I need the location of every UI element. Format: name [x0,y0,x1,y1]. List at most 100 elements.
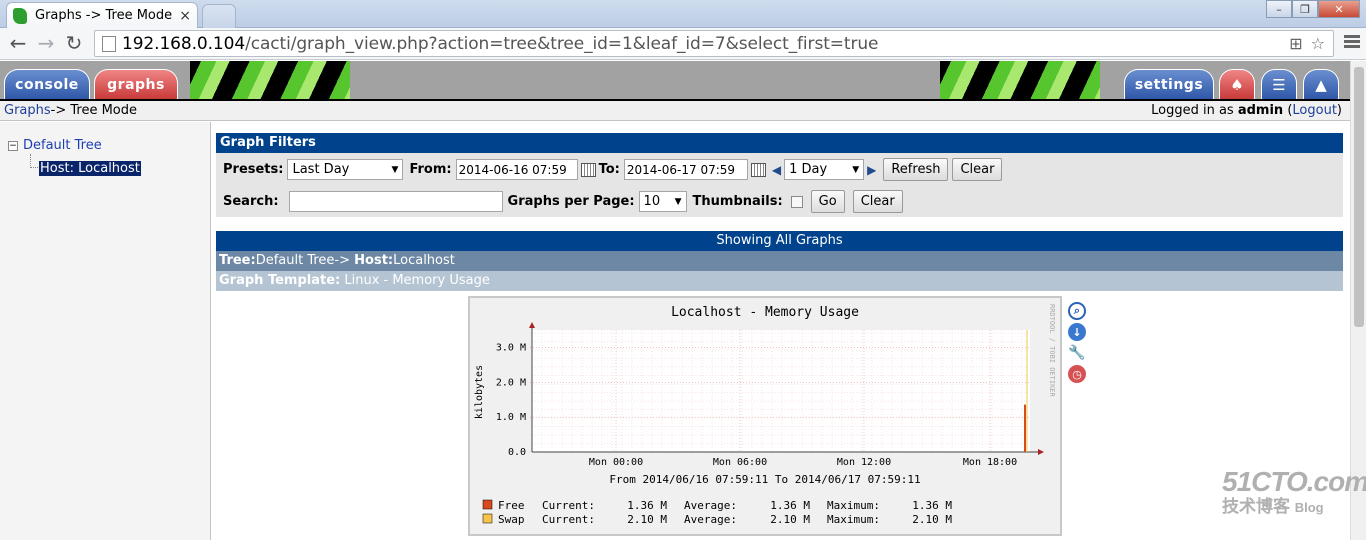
zoom-icon[interactable]: ⌕ [1068,302,1086,320]
y-tick-label: 1.0 M [496,412,526,423]
legend-name: Free [498,499,525,512]
legend-stat: 2.10 M [627,513,667,526]
clear-search-button[interactable]: Clear [852,190,903,213]
clear-button[interactable]: Clear [952,158,1003,181]
legend-stat: Maximum: [827,513,880,526]
shift-left-arrow-icon[interactable]: ◀ [772,163,781,177]
tree-leaf-localhost[interactable]: Host: Localhost [39,161,141,176]
to-label: To: [598,162,620,177]
search-input[interactable] [288,191,503,212]
legend-stat: 1.36 M [770,499,810,512]
tree-view-icon[interactable]: ♠ [1219,69,1255,99]
new-tab-button[interactable] [202,4,236,28]
x-tick-label: Mon 00:00 [589,457,643,468]
translate-icon[interactable]: ⊞ [1289,34,1302,53]
tab-graphs[interactable]: graphs [94,69,178,99]
tab-settings[interactable]: settings [1124,69,1214,99]
shift-right-arrow-icon[interactable]: ▶ [867,163,876,177]
graph-actions: ⌕ ↓ 🔧 ◷ [1068,302,1086,386]
browser-tab-active[interactable]: Graphs -> Tree Mode × [6,2,198,28]
breadcrumb-graphs-link[interactable]: Graphs [4,103,51,118]
tab-close-icon[interactable]: × [179,8,191,24]
back-arrow-icon[interactable]: ← [6,32,30,54]
to-calendar-icon[interactable] [750,162,766,177]
x-axis-arrow [1038,449,1044,455]
from-date-input[interactable]: 2014-06-16 07:59 [455,159,578,180]
tree-root-label[interactable]: Default Tree [23,138,102,153]
template-prefix: Graph Template: [219,273,341,288]
reload-icon[interactable]: ↻ [62,32,86,54]
x-tick-label: Mon 18:00 [963,457,1017,468]
tree-root-item[interactable]: − Default Tree [8,138,102,153]
browser-toolbar: ← → ↻ 192.168.0.104/cacti/graph_view.php… [0,28,1366,60]
collapse-toggle-icon[interactable]: − [8,140,18,151]
preview-view-icon[interactable]: ▲ [1303,69,1339,99]
legend-swatch [482,513,493,524]
plot-area [532,330,1030,452]
presets-value: Last Day [292,162,350,177]
logout-link[interactable]: Logout [1292,103,1337,118]
graph-filters-panel: Presets: Last Day ▼ From: 2014-06-16 07:5… [216,153,1343,217]
url-host: 192.168.0.104 [122,33,246,54]
memory-usage-graph[interactable]: Localhost - Memory Usage kilobytes 0.0 1.0 … [468,296,1062,536]
graph-title: Localhost - Memory Usage [671,305,859,320]
properties-icon[interactable]: 🔧 [1068,344,1086,362]
y-axis-label: kilobytes [474,365,485,419]
graphs-per-page-label: Graphs per Page: [507,194,635,209]
legend-stat: Average: [684,513,737,526]
login-user: admin [1237,103,1284,118]
presets-select[interactable]: Last Day ▼ [287,159,404,180]
series-free-area [1024,404,1026,452]
showing-all-graphs-header: Showing All Graphs [216,231,1343,251]
breadcrumb: Graphs -> Tree Mode Logged in as admin (… [0,99,1350,121]
dropdown-arrow-icon: ▼ [852,164,860,175]
graph-svg: Localhost - Memory Usage kilobytes 0.0 1.0 … [474,304,1056,526]
go-button[interactable]: Go [810,190,845,213]
minimize-button[interactable]: – [1266,0,1292,18]
login-prefix: Logged in as [1151,103,1238,118]
legend-stat: Current: [542,499,595,512]
maximize-button[interactable]: ❐ [1292,0,1318,18]
legend-stat: Average: [684,499,737,512]
search-label: Search: [223,194,279,209]
browser-menu-icon[interactable] [1344,35,1360,50]
header-stripe-decoration-right [940,61,1100,99]
address-bar[interactable]: 192.168.0.104/cacti/graph_view.php?actio… [94,30,1334,57]
y-axis-arrow [529,322,535,328]
tree-panel: − Default Tree Host: Localhost [0,122,211,540]
x-tick-label: Mon 12:00 [837,457,891,468]
timespan-select[interactable]: 1 Day ▼ [784,159,865,180]
from-calendar-icon[interactable] [580,162,596,177]
rrdtool-watermark: RRDTOOL / TOBI OETIKER [1048,304,1056,398]
tab-console[interactable]: console [4,69,90,99]
close-window-button[interactable]: ✕ [1318,0,1360,18]
thumbnails-checkbox[interactable] [790,195,803,208]
filter-row-search: Search: Graphs per Page: 10 ▼ Thumbnails:… [223,190,903,213]
y-tick-label: 0.0 [508,447,526,458]
timespan-value: 1 Day [789,162,828,177]
url-path: /cacti/graph_view.php?action=tree&tree_i… [245,33,879,54]
window-controls: – ❐ ✕ [1266,0,1360,18]
tab-title: Graphs -> Tree Mode [35,8,173,23]
time-shift-icon[interactable]: ◷ [1068,365,1086,383]
thumbnails-label: Thumbnails: [692,194,783,209]
csv-icon[interactable]: ↓ [1068,323,1086,341]
tree-connector [30,154,38,168]
refresh-button[interactable]: Refresh [883,158,949,181]
scrollbar-thumb[interactable] [1354,67,1364,327]
legend-stat: 2.10 M [912,513,952,526]
bookmark-star-icon[interactable]: ☆ [1311,34,1325,53]
legend-swatch [482,499,493,510]
graphs-per-page-select[interactable]: 10 ▼ [638,191,687,212]
to-date-input[interactable]: 2014-06-17 07:59 [623,159,748,180]
legend-stat: Maximum: [827,499,880,512]
presets-label: Presets: [223,162,284,177]
legend-stat: 2.10 M [770,513,810,526]
site-watermark: 51CTO.com 技术博客 Blog [1222,466,1366,517]
list-view-icon[interactable]: ☰ [1261,69,1297,99]
dropdown-arrow-icon: ▼ [391,164,399,175]
graph-filters-title: Graph Filters [216,133,1343,153]
forward-arrow-icon[interactable]: → [34,32,58,54]
host-value: Localhost [393,253,455,268]
legend-stat: 1.36 M [627,499,667,512]
